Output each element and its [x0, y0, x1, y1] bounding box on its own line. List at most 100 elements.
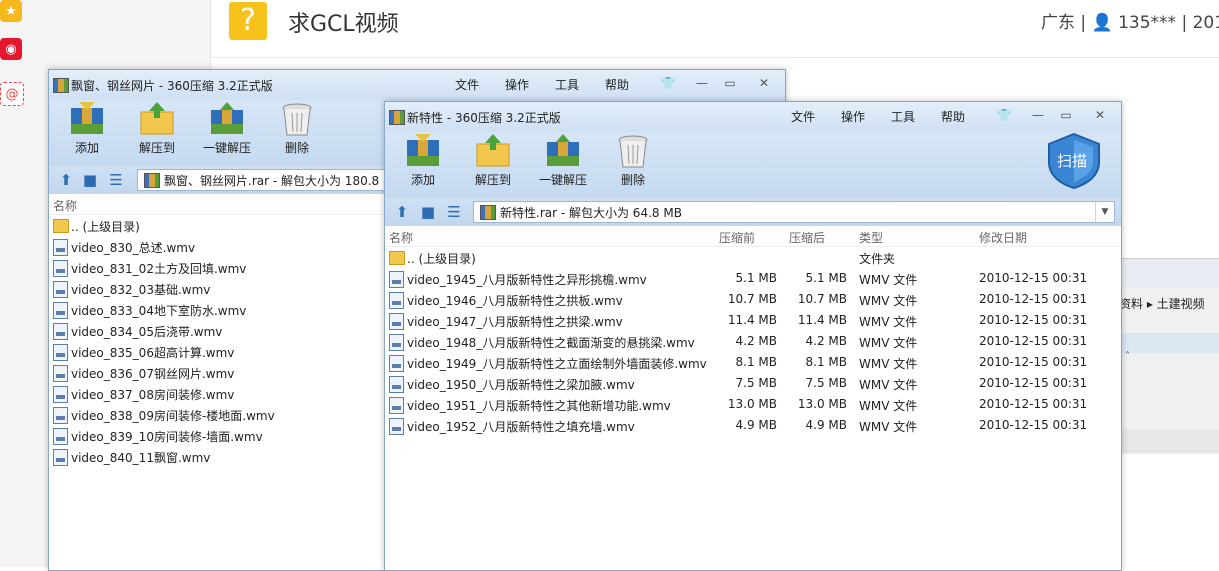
video-file-icon	[53, 323, 68, 340]
video-file-icon	[389, 292, 404, 309]
folder-icon	[53, 219, 69, 233]
video-file-icon	[389, 313, 404, 330]
file-row[interactable]: video_1945_八月版新特性之异形挑檐.wmv 5.1 MB 5.1 MB…	[385, 268, 1121, 289]
menu-help[interactable]: 帮助	[605, 76, 629, 93]
skin-icon[interactable]: 👕	[657, 75, 679, 91]
delete-button[interactable]: 删除	[603, 134, 663, 188]
archive-icon	[53, 78, 69, 93]
video-file-icon	[389, 334, 404, 351]
header-divider	[210, 57, 1219, 58]
list-view-icon[interactable]: ☰	[445, 204, 463, 220]
trash-icon	[279, 102, 315, 136]
star-icon[interactable]: ★	[0, 0, 22, 22]
video-file-icon	[389, 418, 404, 435]
column-header: 名称 压缩前 压缩后 类型 修改日期	[385, 226, 1121, 247]
titlebar[interactable]: 飘窗、钢丝网片 - 360压缩 3.2正式版 文件 操作 工具 帮助 👕 — ▭…	[49, 70, 785, 100]
video-file-icon	[53, 260, 68, 277]
video-file-icon	[389, 271, 404, 288]
question-icon: ?	[229, 2, 267, 40]
folder-extract-icon	[139, 102, 175, 136]
folder-extract-icon	[475, 134, 511, 168]
menu-operation[interactable]: 操作	[505, 76, 529, 93]
video-file-icon	[389, 376, 404, 393]
window-title: 新特性 - 360压缩 3.2正式版	[407, 111, 561, 125]
skin-icon[interactable]: 👕	[993, 107, 1015, 123]
col-name[interactable]: 名称	[53, 197, 77, 214]
video-file-icon	[53, 239, 68, 256]
parent-dir-row[interactable]: .. (上级目录) 文件夹	[385, 247, 1121, 268]
large-icon-view-icon[interactable]: ■	[81, 172, 99, 188]
menu-file[interactable]: 文件	[455, 76, 479, 93]
minimize-button[interactable]: —	[1027, 107, 1049, 123]
col-name[interactable]: 名称	[389, 229, 413, 246]
maximize-button[interactable]: ▭	[719, 75, 741, 91]
breadcrumb[interactable]: 资料 ▸ 土建视频	[1119, 295, 1205, 312]
col-type[interactable]: 类型	[859, 229, 883, 246]
add-icon	[405, 134, 441, 168]
close-button[interactable]: ✕	[1089, 107, 1111, 123]
archive-icon	[144, 173, 160, 188]
chevron-up-icon[interactable]: ˄	[1125, 351, 1130, 362]
folder-icon	[389, 251, 405, 265]
delete-button[interactable]: 删除	[267, 102, 327, 156]
user-info: 广东 | 👤 135*** | 2018	[1041, 13, 1219, 33]
file-row[interactable]: video_1951_八月版新特性之其他新增功能.wmv 13.0 MB 13.…	[385, 394, 1121, 415]
up-arrow-icon[interactable]: ⬆	[57, 172, 75, 188]
one-click-extract-icon	[209, 102, 245, 136]
one-click-extract-button[interactable]: 一键解压	[533, 134, 593, 188]
one-click-extract-icon	[545, 134, 581, 168]
add-icon	[69, 102, 105, 136]
video-file-icon	[53, 449, 68, 466]
address-field[interactable]: 新特性.rar - 解包大小为 64.8 MB ▼	[473, 201, 1115, 223]
extract-to-button[interactable]: 解压到	[463, 134, 523, 188]
list-view-icon[interactable]: ☰	[107, 172, 125, 188]
window-title: 飘窗、钢丝网片 - 360压缩 3.2正式版	[71, 79, 273, 93]
video-file-icon	[389, 397, 404, 414]
archive-icon	[389, 110, 405, 125]
one-click-extract-button[interactable]: 一键解压	[197, 102, 257, 156]
scan-button[interactable]: 扫描	[1047, 132, 1101, 190]
maximize-button[interactable]: ▭	[1055, 107, 1077, 123]
file-row[interactable]: video_1946_八月版新特性之拱板.wmv 10.7 MB 10.7 MB…	[385, 289, 1121, 310]
archive-icon	[480, 205, 496, 220]
video-file-icon	[53, 344, 68, 361]
col-size-before[interactable]: 压缩前	[719, 229, 755, 246]
col-modified-date[interactable]: 修改日期	[979, 229, 1027, 246]
add-button[interactable]: 添加	[393, 134, 453, 188]
file-row[interactable]: video_1948_八月版新特性之截面渐变的悬挑梁.wmv 4.2 MB 4.…	[385, 331, 1121, 352]
video-file-icon	[53, 407, 68, 424]
menu-tools[interactable]: 工具	[555, 76, 579, 93]
archive-window-2[interactable]: 新特性 - 360压缩 3.2正式版 文件 操作 工具 帮助 👕 — ▭ ✕ 添…	[384, 101, 1122, 571]
large-icon-view-icon[interactable]: ■	[419, 204, 437, 220]
dropdown-arrow-icon[interactable]: ▼	[1095, 202, 1114, 222]
video-file-icon	[53, 428, 68, 445]
page-title: 求GCL视频	[288, 12, 399, 37]
trash-icon	[615, 134, 651, 168]
video-file-icon	[53, 386, 68, 403]
minimize-button[interactable]: —	[691, 75, 713, 91]
add-button[interactable]: 添加	[57, 102, 117, 156]
file-list: .. (上级目录) 文件夹 video_1945_八月版新特性之异形挑檐.wmv…	[385, 247, 1121, 436]
menu-operation[interactable]: 操作	[841, 108, 865, 125]
toolbar: 添加 解压到 一键解压 删除 扫描	[385, 132, 1121, 198]
file-row[interactable]: video_1949_八月版新特性之立面绘制外墙面装修.wmv 8.1 MB 8…	[385, 352, 1121, 373]
weibo-icon[interactable]: ◉	[0, 38, 22, 60]
menu-tools[interactable]: 工具	[891, 108, 915, 125]
up-arrow-icon[interactable]: ⬆	[393, 204, 411, 220]
video-file-icon	[53, 281, 68, 298]
file-row[interactable]: video_1952_八月版新特性之填充墙.wmv 4.9 MB 4.9 MB …	[385, 415, 1121, 436]
menu-help[interactable]: 帮助	[941, 108, 965, 125]
video-file-icon	[53, 365, 68, 382]
background-explorer-window: 资料 ▸ 土建视频 ˄	[1119, 258, 1219, 454]
extract-to-button[interactable]: 解压到	[127, 102, 187, 156]
video-file-icon	[53, 302, 68, 319]
close-button[interactable]: ✕	[753, 75, 775, 91]
titlebar[interactable]: 新特性 - 360压缩 3.2正式版 文件 操作 工具 帮助 👕 — ▭ ✕	[385, 102, 1121, 132]
menu-file[interactable]: 文件	[791, 108, 815, 125]
email-icon[interactable]: @	[0, 82, 24, 106]
file-row[interactable]: video_1947_八月版新特性之拱梁.wmv 11.4 MB 11.4 MB…	[385, 310, 1121, 331]
col-size-after[interactable]: 压缩后	[789, 229, 825, 246]
file-row[interactable]: video_1950_八月版新特性之梁加腋.wmv 7.5 MB 7.5 MB …	[385, 373, 1121, 394]
address-bar: ⬆ ■ ☰ 新特性.rar - 解包大小为 64.8 MB ▼	[385, 198, 1121, 226]
video-file-icon	[389, 355, 404, 372]
